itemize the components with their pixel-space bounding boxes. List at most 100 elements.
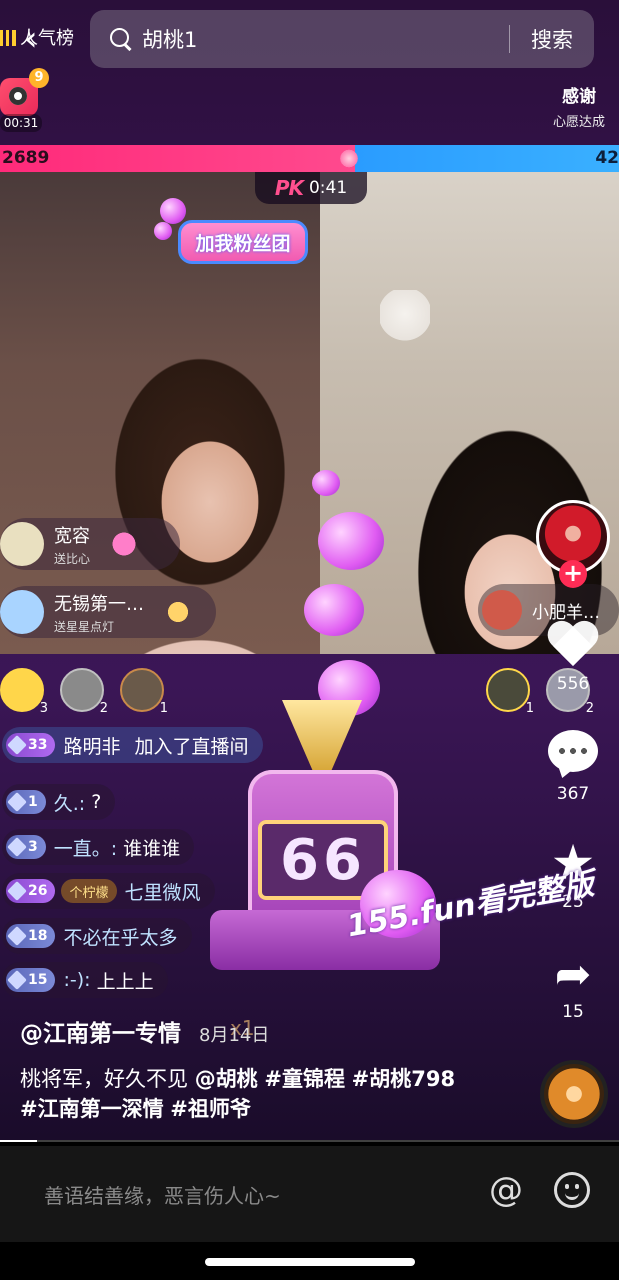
floating-heart-icon bbox=[318, 512, 384, 570]
gift-notification[interactable]: 无锡第一… 送星星点灯 bbox=[0, 586, 216, 638]
video-progress-bar[interactable] bbox=[0, 1140, 619, 1142]
viewer-avatar[interactable]: 3 bbox=[0, 668, 48, 716]
pk-red-side bbox=[0, 145, 360, 172]
chat-text: 上上上 bbox=[96, 970, 154, 993]
guest-info: 小肥羊… bbox=[532, 598, 600, 623]
caption-tag[interactable]: #祖师爷 bbox=[170, 1097, 251, 1121]
search-icon bbox=[110, 28, 132, 50]
gem-icon bbox=[7, 970, 27, 990]
heart-hands-gift-icon bbox=[104, 524, 145, 564]
comment-action[interactable]: 367 bbox=[533, 730, 613, 804]
user-level-badge: 3 bbox=[6, 835, 46, 859]
floating-heart-icon bbox=[312, 470, 340, 496]
notification-badge: 9 bbox=[29, 68, 49, 88]
user-level-badge: 1 bbox=[6, 790, 46, 814]
progress-fill bbox=[0, 1140, 38, 1142]
viewer-avatar[interactable]: 1 bbox=[120, 668, 168, 716]
level-number: 26 bbox=[28, 883, 48, 899]
chat-username[interactable]: :-): bbox=[63, 969, 90, 991]
gifter-avatar bbox=[0, 522, 44, 566]
gifter-info: 宽容 送比心 bbox=[54, 522, 90, 567]
music-disc-icon[interactable] bbox=[540, 1060, 608, 1128]
search-bar[interactable]: 胡桃1 搜索 bbox=[90, 10, 594, 68]
level-number: 1 bbox=[28, 794, 38, 810]
author-name: @江南第一专情 bbox=[20, 1021, 181, 1047]
like-action[interactable]: 556 bbox=[533, 622, 613, 694]
floating-heart-icon bbox=[304, 584, 364, 636]
heart-icon bbox=[547, 622, 599, 670]
gramophone-horn bbox=[282, 700, 362, 770]
search-button[interactable]: 搜索 bbox=[510, 24, 594, 54]
live-timer: 00:31 bbox=[0, 114, 42, 132]
viewer-gift-count: 3 bbox=[39, 701, 48, 716]
chat-message[interactable]: 26 个柠檬 七里微风 bbox=[2, 873, 215, 909]
chat-message[interactable]: 18 不必在乎太多 bbox=[2, 918, 192, 954]
chat-message[interactable]: 1 久.: ? bbox=[2, 784, 116, 820]
chat-text: ? bbox=[91, 791, 102, 813]
gifter-name: 无锡第一… bbox=[54, 593, 144, 615]
comment-input[interactable]: 善语结善缘，恶言伤人心~ bbox=[44, 1180, 281, 1209]
caption-text: 桃将军，好久不见 bbox=[20, 1067, 195, 1091]
chat-username[interactable]: 七里微风 bbox=[125, 878, 201, 905]
rank-bars-icon bbox=[0, 30, 16, 46]
chat-username[interactable]: 不必在乎太多 bbox=[63, 923, 177, 950]
wish-thanks-panel[interactable]: 感谢 心愿达成 bbox=[553, 82, 605, 130]
user-level-badge: 15 bbox=[6, 968, 56, 992]
chat-message[interactable]: 3 一直。: 谁谁谁 bbox=[2, 829, 195, 865]
pk-score-bar bbox=[0, 145, 619, 172]
chat-username[interactable]: 久.: bbox=[54, 789, 85, 816]
follow-button[interactable]: + bbox=[559, 560, 587, 588]
gifter-name: 宽容 bbox=[54, 525, 90, 547]
pk-timer-pill: PK 0:41 bbox=[255, 172, 367, 204]
gifter-info: 无锡第一… 送星星点灯 bbox=[54, 590, 144, 635]
caption-tag[interactable]: @胡桃 bbox=[195, 1067, 258, 1091]
chat-username[interactable]: 一直。: bbox=[54, 834, 117, 861]
level-number: 3 bbox=[28, 839, 38, 855]
video-caption[interactable]: 桃将军，好久不见 @胡桃 #童锦程 #胡桃798 #江南第一深情 #祖师爷 bbox=[20, 1064, 460, 1124]
viewer-avatar[interactable]: 2 bbox=[60, 668, 108, 716]
gem-icon bbox=[7, 837, 27, 857]
chat-username[interactable]: 路明非 bbox=[63, 732, 120, 759]
gem-icon bbox=[7, 881, 27, 901]
gem-icon bbox=[7, 735, 27, 755]
gift-description: 送星星点灯 bbox=[54, 619, 115, 634]
teddy-bear-decoration bbox=[380, 290, 430, 350]
pk-countdown: 0:41 bbox=[308, 178, 348, 198]
emoji-icon[interactable] bbox=[554, 1172, 590, 1208]
home-indicator[interactable] bbox=[205, 1258, 415, 1266]
viewer-gift-count: 1 bbox=[159, 701, 168, 716]
caption-tag[interactable]: #胡桃798 bbox=[352, 1067, 455, 1091]
viewer-gift-count: 2 bbox=[585, 701, 594, 716]
caption-tag[interactable]: #童锦程 bbox=[264, 1067, 345, 1091]
at-mention-icon[interactable]: @ bbox=[486, 1170, 526, 1210]
search-input[interactable]: 胡桃1 bbox=[142, 24, 509, 54]
user-level-badge: 26 bbox=[6, 879, 56, 903]
viewer-gift-count: 1 bbox=[525, 701, 534, 716]
balloon-decoration bbox=[154, 222, 172, 240]
comment-count: 367 bbox=[556, 784, 590, 804]
star-lamp-gift-icon bbox=[158, 592, 198, 632]
balloon-decoration bbox=[160, 198, 186, 224]
gem-icon bbox=[7, 926, 27, 946]
user-level-badge: 18 bbox=[6, 924, 56, 948]
share-action[interactable]: ➦ 15 bbox=[533, 949, 613, 1023]
share-arrow-icon: ➦ bbox=[554, 949, 592, 1000]
video-author[interactable]: @江南第一专情 8月14日 bbox=[20, 1014, 269, 1048]
back-arrow-icon[interactable]: ‹ bbox=[24, 22, 38, 56]
chat-text: 谁谁谁 bbox=[123, 837, 181, 860]
gift-notification[interactable]: 宽容 送比心 bbox=[0, 518, 180, 570]
pk-logo: PK bbox=[274, 176, 304, 200]
chat-message[interactable]: 15 :-): 上上上 bbox=[2, 962, 168, 998]
gifter-avatar bbox=[0, 590, 44, 634]
comment-bar: 善语结善缘，恶言伤人心~ @ bbox=[0, 1146, 619, 1242]
viewer-avatar[interactable]: 1 bbox=[486, 668, 534, 716]
level-number: 33 bbox=[28, 737, 48, 753]
level-number: 15 bbox=[28, 972, 48, 988]
thanks-subtitle: 心愿达成 bbox=[552, 115, 605, 130]
like-count: 556 bbox=[556, 674, 590, 694]
comment-bubble-icon bbox=[548, 730, 598, 772]
fan-club-sticker[interactable]: 加我粉丝团 bbox=[178, 220, 308, 264]
caption-tag[interactable]: #江南第一深情 bbox=[20, 1097, 164, 1121]
level-number: 18 bbox=[28, 928, 48, 944]
left-top-viewers: 3 2 1 bbox=[0, 668, 168, 716]
